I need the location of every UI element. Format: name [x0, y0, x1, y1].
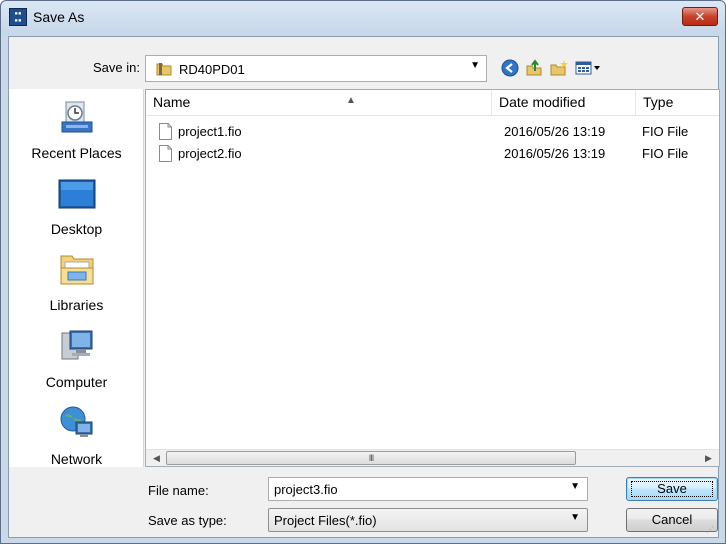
file-name: project2.fio — [178, 146, 242, 161]
save-in-label: Save in: — [93, 60, 140, 75]
file-name-label: File name: — [148, 483, 209, 498]
file-date: 2016/05/26 13:19 — [504, 124, 606, 139]
back-icon — [501, 59, 519, 77]
places-bar: Recent Places Desktop Libraries Computer… — [9, 89, 144, 467]
up-folder-icon — [526, 59, 542, 76]
column-header-name[interactable]: Name ▲ — [146, 90, 492, 115]
up-folder-button[interactable] — [524, 58, 544, 78]
computer-icon — [61, 330, 93, 360]
network-icon — [60, 406, 93, 437]
file-name: project1.fio — [178, 124, 242, 139]
column-header-label: Type — [643, 94, 674, 110]
cancel-button-label: Cancel — [651, 512, 693, 527]
chevron-down-icon: ▼ — [570, 512, 580, 523]
place-libraries[interactable]: Libraries — [9, 245, 144, 319]
place-computer[interactable]: Computer — [9, 322, 144, 396]
cancel-button[interactable]: Cancel — [626, 508, 718, 532]
scroll-right-icon[interactable]: ▶ — [700, 450, 717, 466]
save-button[interactable]: Save — [626, 477, 718, 501]
folder-icon — [156, 63, 172, 76]
sort-ascending-icon: ▲ — [346, 95, 356, 106]
file-type: FIO File — [642, 146, 689, 161]
place-label: Libraries — [49, 297, 104, 313]
horizontal-scrollbar[interactable]: ◀ III ▶ — [146, 449, 719, 466]
window-title: Save As — [33, 9, 85, 25]
new-folder-button[interactable] — [549, 58, 569, 78]
save-as-type-dropdown[interactable]: Project Files(*.fio) ▼ — [268, 508, 588, 532]
back-button[interactable] — [500, 58, 520, 78]
view-icon — [575, 61, 600, 75]
app-icon: ▪▪ ▪▪ — [9, 8, 27, 26]
save-as-type-value: Project Files(*.fio) — [274, 513, 377, 528]
focus-rect — [631, 481, 713, 497]
file-date: 2016/05/26 13:19 — [504, 146, 606, 161]
file-list[interactable]: Name ▲ Date modified Type project1.fio 2… — [145, 89, 720, 467]
header-divider — [146, 115, 719, 116]
column-header-type[interactable]: Type — [636, 90, 719, 115]
libraries-icon — [60, 255, 94, 285]
place-label: Network — [50, 451, 103, 467]
chevron-down-icon[interactable]: ▼ — [570, 481, 580, 492]
place-desktop[interactable]: Desktop — [9, 169, 144, 243]
column-header-label: Name — [153, 94, 191, 110]
view-menu-button[interactable] — [574, 58, 608, 78]
place-label: Recent Places — [31, 145, 122, 161]
column-header-date-modified[interactable]: Date modified — [492, 90, 636, 115]
file-row[interactable]: project2.fio 2016/05/26 13:19 FIO File — [146, 143, 719, 165]
recent-places-icon — [61, 101, 93, 133]
scroll-thumb[interactable]: III — [166, 451, 576, 465]
file-type: FIO File — [642, 124, 689, 139]
new-folder-icon — [550, 60, 568, 76]
title-bar[interactable]: ▪▪ ▪▪ Save As ✕ — [1, 1, 725, 35]
desktop-icon — [58, 179, 96, 209]
close-button[interactable]: ✕ — [682, 7, 718, 26]
dialog-body: Save in: RD40PD01 ▼ Recent Places Deskto… — [8, 36, 720, 538]
file-row[interactable]: project1.fio 2016/05/26 13:19 FIO File — [146, 121, 719, 143]
place-network[interactable]: Network — [9, 399, 144, 473]
save-in-dropdown[interactable]: RD40PD01 ▼ — [145, 55, 487, 82]
file-name-field[interactable]: project3.fio ▼ — [268, 477, 588, 501]
file-icon — [159, 123, 172, 140]
save-in-value: RD40PD01 — [179, 62, 245, 77]
chevron-down-icon: ▼ — [470, 60, 480, 71]
save-as-dialog: ▪▪ ▪▪ Save As ✕ Save in: RD40PD01 ▼ Rece… — [0, 0, 726, 544]
file-icon — [159, 145, 172, 162]
place-label: Desktop — [50, 221, 103, 237]
save-as-type-label: Save as type: — [148, 513, 227, 528]
file-name-value: project3.fio — [274, 482, 338, 497]
scroll-left-icon[interactable]: ◀ — [148, 450, 165, 466]
column-header-label: Date modified — [499, 94, 586, 110]
place-recent-places[interactable]: Recent Places — [9, 93, 144, 167]
place-label: Computer — [45, 374, 108, 390]
resize-grip-icon[interactable]: ⋰ — [706, 525, 716, 535]
